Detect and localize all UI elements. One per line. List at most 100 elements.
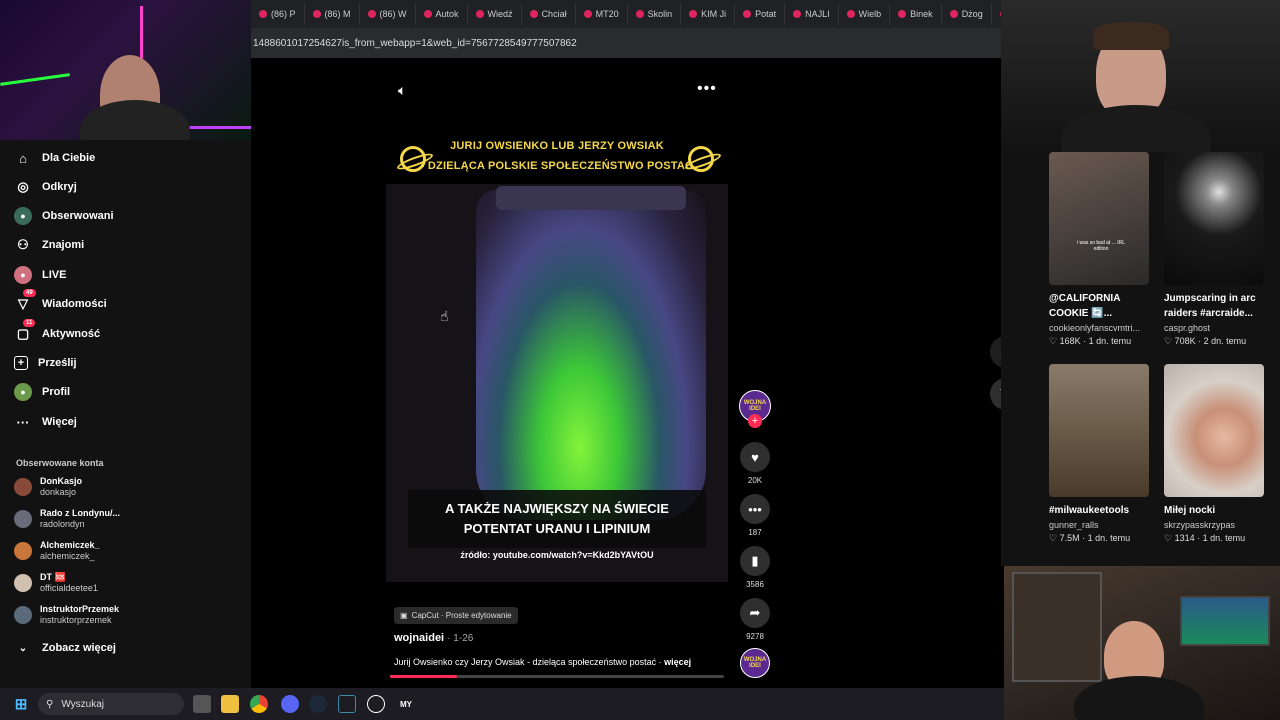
video-title-banner: JURIJ OWSIENKO LUB JERZY OWSIAK - DZIELĄ… [386, 128, 728, 184]
see-more-button[interactable]: ⌄ Zobacz więcej [14, 637, 116, 659]
browser-tab[interactable]: Chciał [522, 3, 576, 25]
creator-avatar[interactable]: WOJNA IDEI + [738, 390, 772, 428]
browser-tab[interactable]: Binek [890, 3, 942, 25]
tab-label: (86) P [271, 9, 296, 19]
home-icon: ⌂ [19, 150, 27, 166]
music-disc[interactable]: WOJNA IDEI [738, 648, 772, 678]
sidebar-item-profile[interactable]: ● Profil [14, 381, 70, 403]
browser-tab[interactable]: (86) W [360, 3, 416, 25]
tab-favicon-icon [475, 10, 484, 18]
sidebar-item-following[interactable]: ● Obserwowani [14, 205, 114, 227]
recommended-card[interactable]: Jumpscaring in arc raiders #arcraide... … [1164, 152, 1264, 347]
sidebar-item-label: Więcej [42, 416, 77, 428]
upload-icon: + [14, 356, 28, 370]
card-title: #milwaukeetools [1049, 505, 1130, 516]
sidebar-item-for-you[interactable]: ⌂ Dla Ciebie [14, 147, 95, 169]
more-link[interactable]: więcej [664, 657, 691, 667]
browser-tab[interactable]: Potat [735, 3, 786, 25]
address-bar[interactable]: 1488601017254627is_from_webapp=1&web_id=… [251, 28, 1001, 58]
followed-account[interactable]: DT 🆘 officialdeetee1 [14, 572, 98, 594]
search-icon: ⚲ [46, 698, 54, 710]
see-more-label: Zobacz więcej [42, 642, 116, 654]
browser-tab[interactable]: NAJLI [785, 3, 839, 25]
friends-icon: ⚇ [17, 237, 29, 252]
sidebar-item-explore[interactable]: ◎ Odkryj [14, 176, 77, 198]
app-icon[interactable] [338, 695, 356, 713]
obs-icon[interactable] [367, 695, 385, 713]
comment-button[interactable]: ••• 187 [738, 494, 772, 537]
browser-tab[interactable]: (86) M [305, 3, 360, 25]
capcut-tag[interactable]: ▣ CapCut · Proste edytowanie [394, 607, 518, 624]
tab-favicon-icon [949, 10, 958, 18]
file-explorer-icon[interactable] [221, 695, 239, 713]
browser-tab[interactable]: Wiedź [468, 3, 522, 25]
followed-account[interactable]: Alchemiczek_ alchemiczek_ [14, 540, 100, 562]
like-button[interactable]: ♥ 20K [738, 442, 772, 485]
account-handle: donkasjo [40, 487, 77, 497]
windows-start-icon[interactable]: ⊞ [12, 695, 30, 713]
sidebar-item-upload[interactable]: + Prześlij [14, 352, 77, 374]
recommended-card[interactable]: i was so bad at ... IRL edition @CALIFOR… [1049, 152, 1149, 347]
video-progress-bar[interactable] [390, 675, 724, 678]
followed-account[interactable]: DonKasjo donkasjo [14, 476, 82, 498]
tab-label: Wielb [858, 9, 882, 19]
volume-icon[interactable]: 🔈︎ [398, 82, 406, 99]
chevron-down-icon: ⌄ [18, 642, 28, 654]
app-my-icon[interactable]: MY [397, 695, 415, 713]
sidebar-item-label: Odkryj [42, 181, 77, 193]
sidebar-item-label: Obserwowani [42, 210, 114, 222]
tab-favicon-icon [583, 10, 592, 18]
follow-plus-icon[interactable]: + [748, 414, 762, 428]
browser-tabstrip: (86) P (86) M (86) W Autok Wiedź Chciał MT20 Sk… [251, 0, 1001, 28]
browser-tab[interactable]: C [992, 3, 1001, 25]
sidebar-item-messages[interactable]: ▽ 49 Wiadomości [14, 289, 107, 315]
sidebar-item-activity[interactable]: ▢ 11 Aktywność [14, 319, 101, 345]
browser-tab[interactable]: (86) P [251, 3, 305, 25]
sidebar: ⌂ Dla Ciebie ◎ Odkryj ● Obserwowani ⚇ Znajom… [0, 140, 251, 688]
tab-label: Wiedź [487, 9, 513, 19]
browser-tab[interactable]: Skolin [628, 3, 682, 25]
tab-favicon-icon [635, 10, 644, 18]
browser-tab[interactable]: KIM Ji [681, 3, 736, 25]
sidebar-item-more[interactable]: ··· Więcej [14, 411, 77, 433]
activity-icon: ▢ 11 [14, 319, 36, 343]
recommended-card[interactable]: Miłej nocki skrzypasskrzypas ♡ 1314 · 1 … [1164, 364, 1264, 544]
sidebar-item-friends[interactable]: ⚇ Znajomi [14, 234, 84, 256]
account-handle: radolondyn [40, 519, 85, 529]
browser-tab[interactable]: Dżog [942, 3, 992, 25]
browser-tab[interactable]: MT20 [576, 3, 628, 25]
account-name: DonKasjo [40, 476, 83, 486]
sidebar-item-label: LIVE [42, 269, 67, 281]
card-user: caspr.ghost [1164, 323, 1211, 333]
sidebar-item-label: Znajomi [42, 239, 85, 251]
followed-account[interactable]: Rado z Londynu/... radolondyn [14, 508, 120, 530]
recommended-card[interactable]: #milwaukeetools gunner_ralls ♡ 7.5M · 1 … [1049, 364, 1149, 544]
streamer-body [1074, 676, 1204, 720]
hand-cursor-icon: ☝︎ [440, 308, 449, 324]
aquarium [1180, 596, 1270, 646]
url-text: 1488601017254627is_from_webapp=1&web_id=… [253, 37, 577, 49]
share-button[interactable]: ➦ 9278 [738, 598, 772, 641]
steam-icon[interactable] [309, 695, 327, 713]
sidebar-item-live[interactable]: ● LIVE [14, 264, 66, 286]
browser-tab[interactable]: Autok [416, 3, 468, 25]
video-player[interactable]: JURIJ OWSIENKO LUB JERZY OWSIAK - DZIELĄ… [386, 128, 728, 582]
messages-icon: ▽ 49 [14, 289, 36, 313]
tab-label: Dżog [961, 9, 983, 19]
save-button[interactable]: ▮ 3586 [738, 546, 772, 589]
more-options-icon[interactable]: ••• [697, 80, 717, 98]
heart-outline-icon: ♡ [1049, 336, 1058, 346]
video-caption: A TAKŻE NAJWIĘKSZY NA ŚWIECIE POTENTAT U… [408, 490, 706, 548]
followed-account[interactable]: InstruktorPrzemek instruktorprzemek [14, 604, 119, 626]
task-view-icon[interactable] [193, 695, 211, 713]
discord-icon[interactable] [281, 695, 299, 713]
tab-label: Skolin [647, 9, 673, 19]
browser-tab[interactable]: Wielb [839, 3, 891, 25]
post-author[interactable]: wojnaidei · 1-26 [394, 632, 473, 644]
save-count: 3586 [746, 580, 764, 589]
taskbar-search[interactable]: ⚲ Wyszukaj [38, 693, 184, 715]
tab-favicon-icon [793, 10, 802, 18]
chrome-icon[interactable] [250, 695, 268, 713]
sidebar-item-label: Aktywność [42, 328, 101, 340]
avatar [14, 574, 32, 592]
